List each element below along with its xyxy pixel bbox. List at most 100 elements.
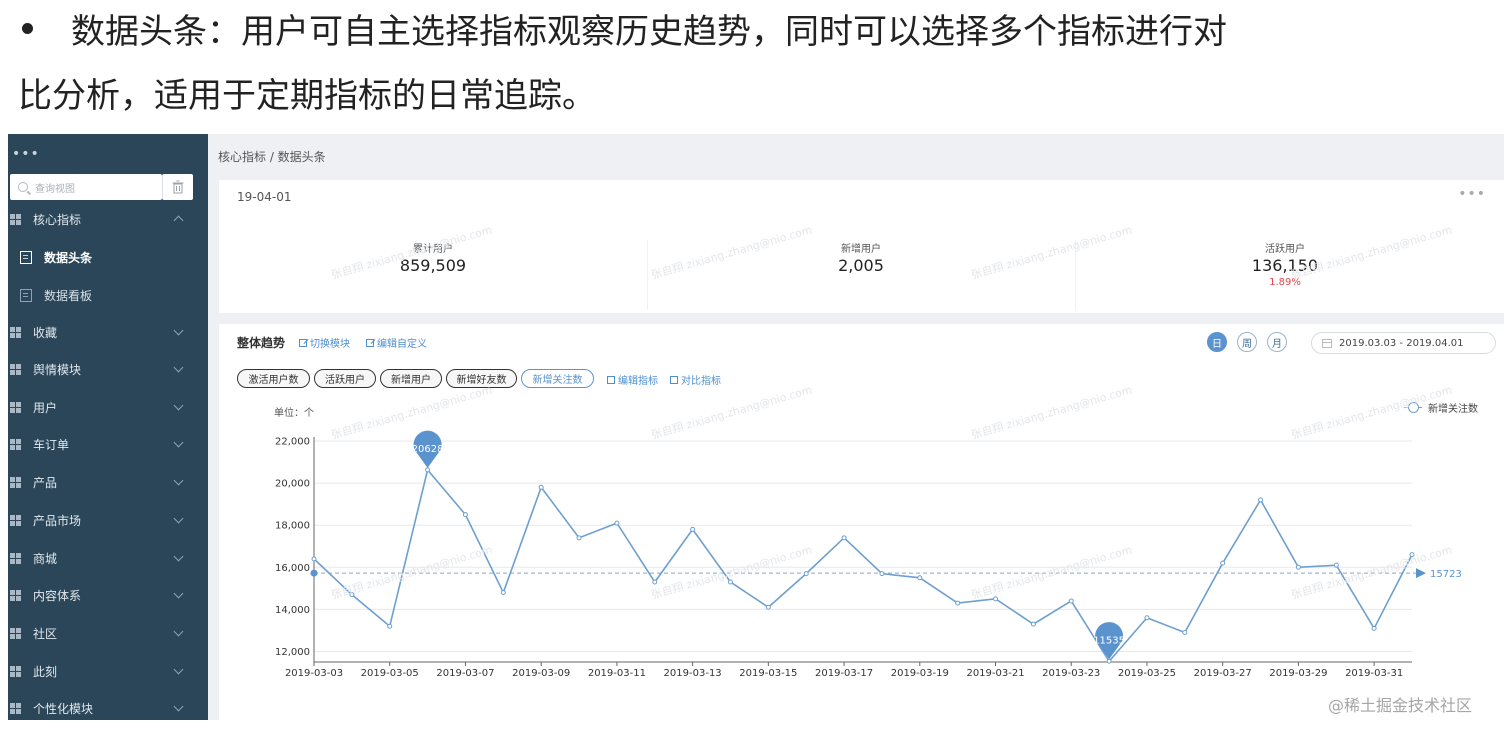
min-pin-label: 11535: [1093, 635, 1125, 646]
x-tick-label: 2019-03-23: [1042, 668, 1100, 679]
series-line: [313, 468, 1413, 663]
x-tick-label: 2019-03-15: [739, 668, 797, 679]
chevron-down-icon: [173, 551, 184, 562]
bullet-icon: [22, 22, 33, 34]
y-tick-label: 14,000: [275, 605, 310, 616]
sidebar-item-label: 此刻: [33, 665, 58, 679]
x-tick-label: 2019-03-21: [966, 668, 1024, 679]
x-tick-label: 2019-03-03: [285, 668, 343, 679]
grid-icon: [10, 402, 21, 413]
source-credit: @稀土掘金技术社区: [1328, 696, 1473, 715]
sidebar-item-users[interactable]: 用户: [8, 389, 208, 426]
data-point: [993, 596, 999, 602]
sidebar-item-label: 内容体系: [33, 589, 82, 603]
sidebar-item-content[interactable]: 内容体系: [8, 577, 208, 614]
kpi-value: 136,150: [1251, 256, 1319, 275]
article-line-1-text: 数据头条：用户可自主选择指标观察历史趋势，同时可以选择多个指标进行对: [71, 11, 1227, 52]
sidebar-item-label: 数据头条: [44, 250, 93, 265]
trash-icon: [172, 180, 184, 194]
data-point: [955, 600, 961, 606]
sidebar-item-sentiment[interactable]: 舆情模块: [8, 351, 208, 388]
kpi-active-users: 活跃用户 136,150 1.89%: [1205, 240, 1365, 288]
y-tick-label: 12,000: [275, 647, 310, 658]
average-label: 15723: [1430, 569, 1462, 580]
more-options-icon[interactable]: •••: [1458, 186, 1486, 202]
data-point: [349, 592, 355, 598]
data-point: [879, 571, 885, 577]
data-point: [500, 590, 506, 596]
article-line-2: 比分析，适用于定期指标的日常追踪。: [18, 76, 596, 116]
x-tick-label: 2019-03-05: [361, 668, 419, 679]
kpi-value: 859,509: [399, 256, 467, 275]
sidebar-item-car-orders[interactable]: 车订单: [8, 426, 208, 463]
x-tick-label: 2019-03-25: [1118, 668, 1176, 679]
average-start-dot: [310, 569, 318, 577]
sidebar-item-label: 舆情模块: [33, 363, 82, 377]
sidebar-item-core-metrics[interactable]: 核心指标: [8, 201, 208, 238]
data-point: [727, 579, 733, 585]
data-point: [652, 579, 658, 585]
chevron-down-icon: [173, 513, 184, 524]
x-tick-label: 2019-03-27: [1194, 668, 1252, 679]
grid-icon: [10, 703, 21, 714]
kpi-total-users: 累计用户 859,509: [353, 240, 513, 275]
y-tick-label: 20,000: [275, 479, 310, 490]
x-tick-label: 2019-03-09: [512, 668, 570, 679]
x-tick-label: 2019-03-17: [815, 668, 873, 679]
x-tick-label: 2019-03-31: [1345, 668, 1403, 679]
kpi-value: 2,005: [838, 256, 884, 275]
grid-icon: [10, 590, 21, 601]
sidebar-item-mall[interactable]: 商城: [8, 540, 208, 577]
grid-icon: [10, 327, 21, 338]
sidebar-item-label: 数据看板: [44, 288, 93, 303]
x-tick-label: 2019-03-19: [891, 668, 949, 679]
data-point: [1068, 598, 1074, 604]
y-tick-label: 16,000: [275, 563, 310, 574]
sidebar-item-community[interactable]: 社区: [8, 615, 208, 652]
kpi-divider: [1075, 240, 1076, 310]
grid-icon: [10, 553, 21, 564]
article-line-1: 数据头条：用户可自主选择指标观察历史趋势，同时可以选择多个指标进行对: [18, 6, 1227, 52]
data-point: [387, 623, 393, 629]
kpi-label: 新增用户: [841, 244, 881, 255]
sidebar-item-products[interactable]: 产品: [8, 464, 208, 501]
data-point: [803, 571, 809, 577]
data-point: [841, 535, 847, 541]
sidebar-item-moment[interactable]: 此刻: [8, 653, 208, 690]
search-placeholder: 查询视图: [35, 183, 75, 195]
data-point: [614, 520, 620, 526]
kpi-label: 活跃用户: [1265, 244, 1305, 255]
grid-icon: [10, 364, 21, 375]
average-arrow-icon: [1416, 568, 1426, 579]
document-icon: [20, 250, 32, 264]
chevron-down-icon: [173, 437, 184, 448]
chevron-down-icon: [173, 475, 184, 486]
sidebar-item-data-headlines[interactable]: 数据头条: [8, 238, 208, 276]
kpi-divider: [647, 240, 648, 310]
grid-icon: [10, 214, 21, 225]
data-point: [311, 556, 317, 562]
chevron-down-icon: [173, 626, 184, 637]
sidebar-item-product-market[interactable]: 产品市场: [8, 502, 208, 539]
sidebar-item-data-board[interactable]: 数据看板: [8, 276, 208, 314]
grid-icon: [10, 628, 21, 639]
chevron-down-icon: [173, 362, 184, 373]
grid-icon: [10, 515, 21, 526]
sidebar-menu-dots-icon[interactable]: •••: [12, 146, 40, 162]
data-point: [1030, 621, 1036, 627]
data-point: [425, 467, 431, 473]
sidebar-item-label: 商城: [33, 552, 58, 566]
kpi-label: 累计用户: [413, 244, 453, 255]
x-tick-label: 2019-03-07: [436, 668, 494, 679]
sidebar-item-label: 个性化模块: [33, 702, 94, 716]
data-point: [1106, 658, 1112, 664]
sidebar-item-favorites[interactable]: 收藏: [8, 314, 208, 351]
search-input[interactable]: 查询视图: [10, 174, 162, 200]
trash-button[interactable]: [162, 174, 193, 200]
data-point: [917, 575, 923, 581]
sidebar-item-label: 产品: [33, 476, 58, 490]
trend-line-chart: 12,000 14,000 16,000 18,000 20,000 22,000 2019…: [275, 430, 1462, 679]
grid-icon: [10, 477, 21, 488]
sidebar-item-personalization[interactable]: 个性化模块: [8, 690, 208, 720]
sidebar-item-label: 车订单: [33, 438, 70, 452]
